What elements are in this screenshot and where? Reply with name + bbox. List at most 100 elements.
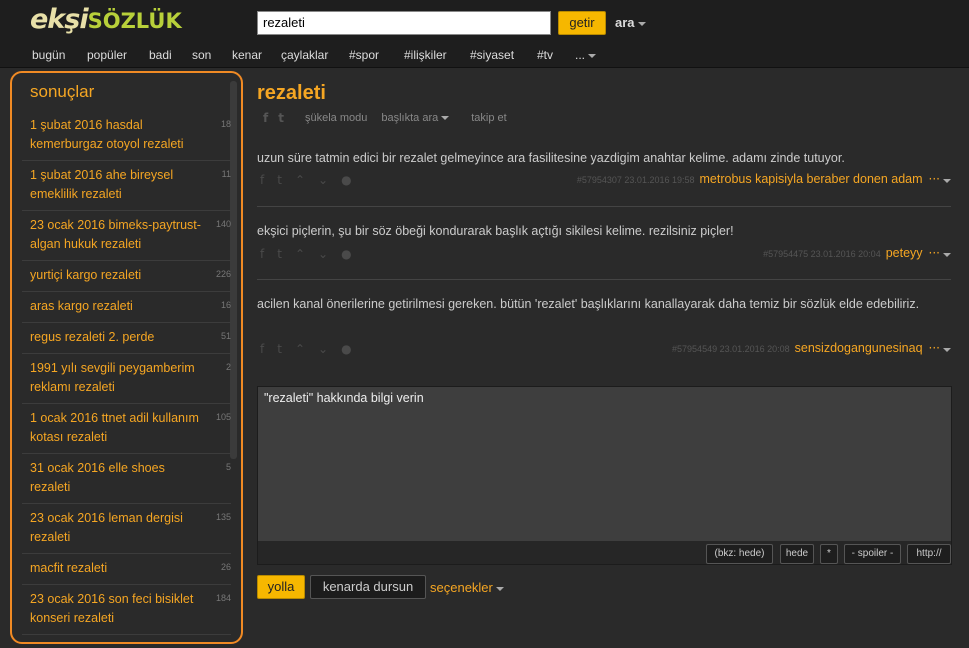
favorite-drop-icon[interactable]: ●: [341, 173, 351, 187]
list-item[interactable]: aras kargo rezaleti 16: [22, 292, 231, 323]
favorite-drop-icon[interactable]: ●: [341, 247, 351, 261]
entry-editor[interactable]: "rezaleti" hakkında bilgi verin: [257, 386, 952, 565]
spoiler-button[interactable]: - spoiler -: [844, 544, 901, 564]
nav-item-badi[interactable]: badi: [149, 48, 172, 62]
entry-count: 18: [220, 119, 231, 129]
facebook-icon[interactable]: f: [263, 111, 268, 125]
nav-item-siyaset[interactable]: #siyaset: [470, 48, 514, 62]
link-button[interactable]: http://: [907, 544, 951, 564]
downvote-icon[interactable]: ⌄: [318, 173, 328, 187]
bkz-button[interactable]: (bkz: hede): [706, 544, 773, 564]
twitter-icon[interactable]: t: [277, 342, 282, 356]
list-item[interactable]: 1 şubat 2016 ahe bireysel emeklilik reza…: [22, 161, 231, 211]
list-item[interactable]: macfit rezaleti 26: [22, 554, 231, 585]
follow-link[interactable]: takip et: [471, 112, 506, 124]
entry-count: 11: [221, 169, 231, 179]
downvote-icon[interactable]: ⌄: [318, 342, 328, 356]
nav-item-caylaklar[interactable]: çaylaklar: [281, 48, 328, 62]
entry: acilen kanal önerilerine getirilmesi ger…: [257, 294, 951, 373]
entry-info[interactable]: #57954475 23.01.2016 20:04: [763, 249, 881, 259]
result-title[interactable]: yurtiçi kargo rezaleti: [30, 266, 201, 285]
submit-button[interactable]: yolla: [257, 575, 305, 599]
entry-meta: #57954475 23.01.2016 20:04 peteyy ···: [763, 246, 951, 260]
entry-count: 16: [220, 300, 231, 310]
result-title[interactable]: aras kargo rezaleti: [30, 297, 201, 316]
result-title[interactable]: 1991 yılı sevgili peygamberim reklamı re…: [30, 359, 201, 397]
list-item[interactable]: yurtiçi kargo rezaleti 226: [22, 261, 231, 292]
sukela-mode-link[interactable]: şükela modu: [305, 112, 367, 124]
result-title[interactable]: 23 ocak 2016 son feci bisiklet konseri r…: [30, 590, 201, 628]
more-options-icon[interactable]: ···: [929, 341, 940, 355]
twitter-icon[interactable]: t: [277, 173, 282, 187]
list-item[interactable]: 23 ocak 2016 leman dergisi rezaleti 135: [22, 504, 231, 554]
list-item[interactable]: 1 ocak 2016 ttnet adil kullanım kotası r…: [22, 404, 231, 454]
results-list: 1 şubat 2016 hasdal kemerburgaz otoyol r…: [22, 111, 231, 635]
facebook-icon[interactable]: f: [260, 342, 264, 356]
entry-footer: f t ⌃ ⌄ ● #57954549 23.01.2016 20:08 sen…: [257, 340, 951, 358]
list-item[interactable]: 23 ocak 2016 son feci bisiklet konseri r…: [22, 585, 231, 635]
top-bar: ekşi SÖZLÜK rezaleti getir ara bugün pop…: [0, 0, 969, 68]
twitter-icon[interactable]: t: [278, 111, 284, 125]
facebook-icon[interactable]: f: [260, 173, 264, 187]
twitter-icon[interactable]: t: [277, 247, 282, 261]
save-draft-button[interactable]: kenarda dursun: [310, 575, 426, 599]
entry-count: 2: [225, 362, 231, 372]
advanced-search-dropdown[interactable]: ara: [615, 15, 646, 30]
result-title[interactable]: macfit rezaleti: [30, 559, 201, 578]
entry-meta: #57954307 23.01.2016 19:58 metrobus kapi…: [577, 172, 951, 186]
upvote-icon[interactable]: ⌃: [295, 342, 305, 356]
chevron-down-icon: [441, 116, 450, 121]
entry-info[interactable]: #57954307 23.01.2016 19:58: [577, 175, 695, 185]
entry-count: 140: [215, 219, 231, 229]
list-item[interactable]: 1991 yılı sevgili peygamberim reklamı re…: [22, 354, 231, 404]
more-options-icon[interactable]: ···: [929, 172, 940, 186]
nav-item-populer[interactable]: popüler: [87, 48, 127, 62]
search-button[interactable]: getir: [558, 11, 606, 35]
more-options-icon[interactable]: ···: [929, 246, 940, 260]
result-title[interactable]: 1 şubat 2016 ahe bireysel emeklilik reza…: [30, 166, 201, 204]
list-item[interactable]: 1 şubat 2016 hasdal kemerburgaz otoyol r…: [22, 111, 231, 161]
asterisk-button[interactable]: *: [820, 544, 838, 564]
result-title[interactable]: regus rezaleti 2. perde: [30, 328, 201, 347]
nav-item-son[interactable]: son: [192, 48, 211, 62]
result-title[interactable]: 1 ocak 2016 ttnet adil kullanım kotası r…: [30, 409, 201, 447]
search-in-topic-dropdown[interactable]: başlıkta ara: [381, 112, 450, 124]
topic-title[interactable]: rezaleti: [257, 82, 326, 105]
entry-author[interactable]: peteyy: [886, 246, 923, 260]
list-item[interactable]: regus rezaleti 2. perde 51: [22, 323, 231, 354]
result-title[interactable]: 1 şubat 2016 hasdal kemerburgaz otoyol r…: [30, 116, 201, 154]
nav-item-kenar[interactable]: kenar: [232, 48, 262, 62]
nav-item-tv[interactable]: #tv: [537, 48, 553, 62]
entry-content: acilen kanal önerilerine getirilmesi ger…: [257, 297, 920, 311]
sidebar-scrollbar[interactable]: [230, 81, 237, 459]
entry-author[interactable]: sensizdogangunesinaq: [795, 341, 923, 355]
advanced-search-label: ara: [615, 15, 635, 30]
nav-item-iliskiler[interactable]: #ilişkiler: [404, 48, 447, 62]
list-item[interactable]: 31 ocak 2016 elle shoes rezaleti 5: [22, 454, 231, 504]
chevron-down-icon: [943, 253, 951, 257]
site-logo[interactable]: ekşi SÖZLÜK: [30, 4, 182, 38]
entry-count: 184: [215, 593, 231, 603]
logo-part2: SÖZLÜK: [87, 9, 182, 33]
hede-button[interactable]: hede: [780, 544, 814, 564]
result-title[interactable]: 23 ocak 2016 bimeks-paytrust-algan hukuk…: [30, 216, 201, 254]
nav-item-bugun[interactable]: bugün: [32, 48, 65, 62]
nav-more-label: ...: [575, 48, 586, 62]
nav-item-spor[interactable]: #spor: [349, 48, 379, 62]
result-title[interactable]: 23 ocak 2016 leman dergisi rezaleti: [30, 509, 201, 547]
list-item[interactable]: 23 ocak 2016 bimeks-paytrust-algan hukuk…: [22, 211, 231, 261]
upvote-icon[interactable]: ⌃: [295, 247, 305, 261]
options-dropdown[interactable]: seçenekler: [430, 580, 504, 595]
downvote-icon[interactable]: ⌄: [318, 247, 328, 261]
upvote-icon[interactable]: ⌃: [295, 173, 305, 187]
nav-more[interactable]: ...: [575, 48, 597, 62]
entry-info[interactable]: #57954549 23.01.2016 20:08: [672, 344, 790, 354]
entry-count: 105: [215, 412, 231, 422]
chevron-down-icon: [943, 179, 951, 183]
chevron-down-icon: [943, 348, 951, 352]
favorite-drop-icon[interactable]: ●: [341, 342, 351, 356]
result-title[interactable]: 31 ocak 2016 elle shoes rezaleti: [30, 459, 201, 497]
search-input[interactable]: rezaleti: [257, 11, 551, 35]
facebook-icon[interactable]: f: [260, 247, 264, 261]
entry-author[interactable]: metrobus kapisiyla beraber donen adam: [700, 172, 923, 186]
